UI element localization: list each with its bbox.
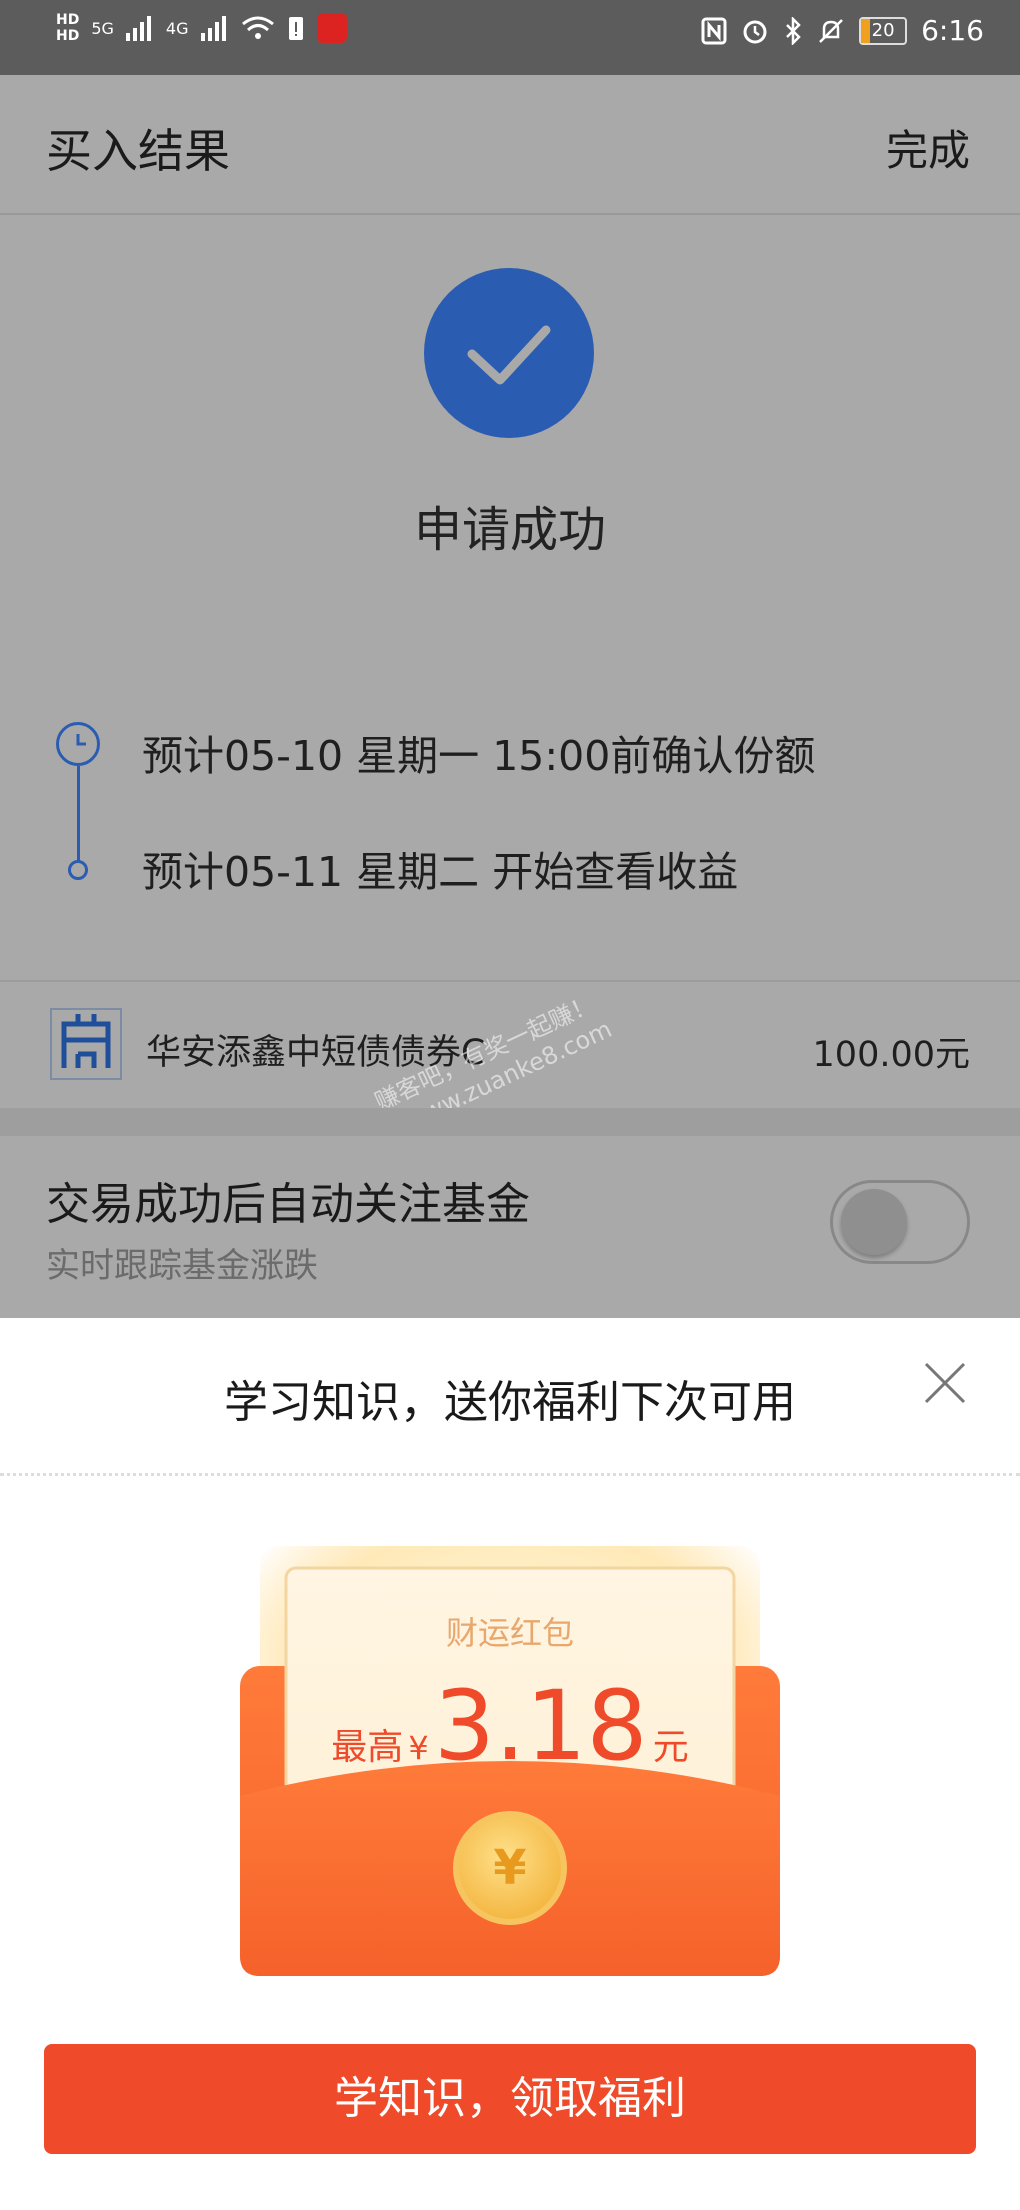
red-packet-amount-line: 最高 ¥ 3.18 元 [0,1670,1020,1782]
timeline-step-confirm: 预计05-10 星期一 15:00前确认份额 [142,732,816,780]
auto-follow-toggle[interactable] [830,1180,970,1264]
nfc-icon [701,17,727,44]
fund-amount: 100.00元 [812,1035,970,1075]
dotted-divider [0,1473,1020,1476]
battery-icon: 20 [859,16,908,45]
success-check-icon [424,268,594,438]
red-packet-label: 财运红包 [445,1614,574,1652]
page-title: 买入结果 [46,124,230,178]
sheet-title: 学习知识，送你福利下次可用 [224,1377,796,1428]
close-icon[interactable] [920,1358,970,1408]
hd-indicator: HD HD [56,12,80,44]
timeline-connector [77,766,80,862]
fund-company-logo [50,1008,122,1080]
clock-icon [56,722,100,766]
wifi-icon [241,16,274,39]
auto-follow-title: 交易成功后自动关注基金 [46,1179,530,1230]
status-right: 20 6:16 [701,14,984,47]
auto-follow-subtitle: 实时跟踪基金涨跌 [46,1246,318,1286]
alarm-icon [743,20,767,43]
done-button[interactable]: 完成 [886,117,970,178]
timeline-dot [68,860,88,880]
alert-battery-icon [288,17,303,40]
clock: 6:16 [921,14,984,47]
app-header: 买入结果 完成 [0,75,1020,215]
reward-bottom-sheet: 学习知识，送你福利下次可用 财运红包 最高 ¥ 3.18 元 ¥ 学知识，领取福… [0,1318,1020,2210]
mute-bell-icon [819,18,843,43]
coin-icon: ¥ [493,1840,527,1896]
status-bar: HD HD 5G 4G 20 6:16 [0,0,1020,75]
result-status: 申请成功 [413,502,606,558]
toggle-knob [841,1189,907,1255]
currency-symbol: ¥ [408,1729,429,1767]
status-left: HD HD 5G 4G [56,12,347,44]
learn-get-reward-button[interactable]: 学知识，领取福利 [44,2044,976,2154]
timeline-step-earnings: 预计05-11 星期二 开始查看收益 [142,848,739,896]
section-divider [0,1108,1020,1136]
signal-bars-icon [125,16,151,41]
signal-5g-icon: 5G [91,18,114,38]
signal-4g-icon: 4G [165,18,189,38]
bluetooth-icon [786,16,801,45]
signal-bars-icon [200,16,226,41]
amount-unit: 元 [652,1727,689,1768]
red-packet-amount: 3.18 [433,1670,648,1782]
amount-prefix: 最高 [331,1727,404,1768]
app-notification-icon [316,13,347,43]
